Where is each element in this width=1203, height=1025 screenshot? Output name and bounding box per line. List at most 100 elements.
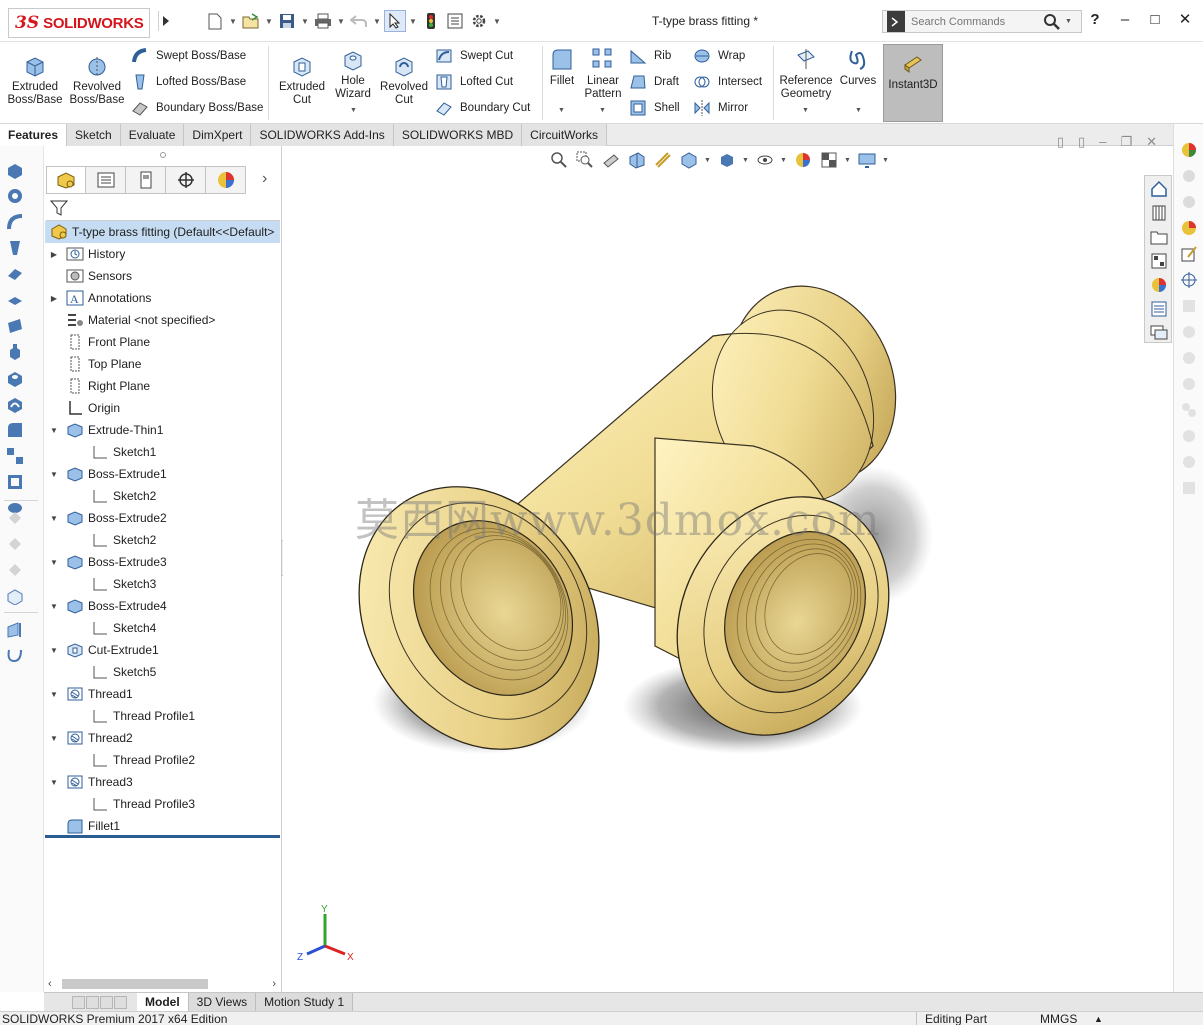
- shell-button[interactable]: Shell: [628, 97, 680, 119]
- tree-item-sketch1[interactable]: Sketch1: [90, 441, 156, 463]
- wrap-button[interactable]: Wrap: [692, 45, 745, 67]
- appearances-icon[interactable]: [1148, 274, 1170, 296]
- tab-solidworks-add-ins[interactable]: SOLIDWORKS Add-Ins: [251, 124, 394, 146]
- intersect-button[interactable]: Intersect: [692, 71, 762, 93]
- boundary-boss-icon[interactable]: [5, 264, 25, 284]
- reference-plane-icon[interactable]: [5, 620, 25, 640]
- revolved-cut-icon[interactable]: [5, 394, 25, 414]
- brass-t-fitting-model[interactable]: [283, 146, 1173, 992]
- tree-item-thread-profile3[interactable]: Thread Profile3: [90, 793, 195, 815]
- custom-properties-icon[interactable]: [1148, 298, 1170, 320]
- tree-item-thread3[interactable]: ▼ Thread3: [49, 771, 133, 793]
- feature-tree-tab[interactable]: [46, 166, 86, 194]
- collapse-arrow-icon[interactable]: ▼: [49, 426, 59, 435]
- sketch-edit-icon[interactable]: [1179, 244, 1199, 264]
- tree-item-boss-extrude3[interactable]: ▼ Boss-Extrude3: [49, 551, 167, 573]
- tree-item-thread2[interactable]: ▼ Thread2: [49, 727, 133, 749]
- tree-item-extrude-thin1[interactable]: ▼ Extrude-Thin1: [49, 419, 163, 441]
- tab-evaluate[interactable]: Evaluate: [120, 124, 185, 146]
- select-pointer-icon[interactable]: [384, 10, 406, 32]
- tree-item-sketch2[interactable]: Sketch2: [90, 485, 156, 507]
- search-dropdown-icon[interactable]: ▼: [1065, 18, 1072, 25]
- lofted-boss-button[interactable]: Lofted Boss/Base: [130, 71, 246, 93]
- bottom-tab-model[interactable]: Model: [137, 993, 189, 1011]
- dimxpert-manager-tab[interactable]: [166, 166, 206, 194]
- filter-icon[interactable]: [49, 199, 69, 217]
- collapse-arrow-icon[interactable]: ▼: [49, 646, 59, 655]
- linear-pattern-dropdown-icon[interactable]: ▼: [599, 107, 606, 114]
- fillet-dropdown-icon[interactable]: ▼: [558, 107, 565, 114]
- scroll-left-arrow-icon[interactable]: ‹: [48, 978, 52, 990]
- hole-wizard-button[interactable]: Hole Wizard: [330, 46, 376, 101]
- fillet-icon[interactable]: [5, 420, 25, 440]
- revolved-boss-button[interactable]: Revolved Boss/Base: [68, 52, 126, 107]
- print-icon[interactable]: [312, 10, 334, 32]
- search-input[interactable]: [911, 15, 1041, 28]
- unit-system-text[interactable]: MMGS: [1040, 1012, 1077, 1025]
- tree-item-sketch3[interactable]: Sketch3: [90, 573, 156, 595]
- bottom-tab-3d-views[interactable]: 3D Views: [188, 993, 257, 1011]
- tree-item-history[interactable]: ▶ History: [49, 243, 125, 265]
- tree-item-thread-profile1[interactable]: Thread Profile1: [90, 705, 195, 727]
- options-dropdown-icon[interactable]: ▼: [492, 17, 502, 26]
- scroll-right-arrow-icon[interactable]: ›: [272, 978, 276, 990]
- select-dropdown-icon[interactable]: ▼: [408, 17, 418, 26]
- open-dropdown-icon[interactable]: ▼: [264, 17, 274, 26]
- design-library-icon[interactable]: [1148, 202, 1170, 224]
- tree-item-fillet1[interactable]: Fillet1: [49, 815, 120, 837]
- swept-boss-button[interactable]: Swept Boss/Base: [130, 45, 246, 67]
- save-icon[interactable]: [276, 10, 298, 32]
- last-tab-arrow-icon[interactable]: [114, 995, 127, 1009]
- print-dropdown-icon[interactable]: ▼: [336, 17, 346, 26]
- boundary-cut-button[interactable]: Boundary Cut: [434, 97, 530, 119]
- save-dropdown-icon[interactable]: ▼: [300, 17, 310, 26]
- revolved-boss-icon[interactable]: [5, 186, 25, 206]
- expand-arrow-icon[interactable]: ▶: [49, 294, 59, 303]
- options-gear-icon[interactable]: [468, 10, 490, 32]
- tree-item-sketch4[interactable]: Sketch4: [90, 617, 156, 639]
- collapse-arrow-icon[interactable]: ▼: [49, 734, 59, 743]
- tree-item-sensors[interactable]: Sensors: [49, 265, 132, 287]
- tree-root-part[interactable]: T-type brass fitting (Default<<Default>: [45, 221, 280, 243]
- more-tabs-chevron-icon[interactable]: ›: [262, 170, 267, 188]
- tree-item-front-plane[interactable]: Front Plane: [49, 331, 150, 353]
- home-icon[interactable]: [1148, 178, 1170, 200]
- instant3d-button[interactable]: Instant3D: [883, 44, 943, 122]
- close-button[interactable]: ✕: [1175, 10, 1195, 28]
- hole-wizard-icon[interactable]: [5, 368, 25, 388]
- new-document-icon[interactable]: [204, 10, 226, 32]
- tree-item-origin[interactable]: Origin: [49, 397, 120, 419]
- tab-features[interactable]: Features: [0, 124, 68, 146]
- reference-geometry-dropdown-icon[interactable]: ▼: [802, 107, 809, 114]
- extruded-cut-button[interactable]: Extruded Cut: [274, 52, 330, 107]
- lofted-cut-button[interactable]: Lofted Cut: [434, 71, 513, 93]
- rollback-bar[interactable]: [45, 835, 280, 838]
- open-document-icon[interactable]: [240, 10, 262, 32]
- tree-item-boss-extrude1[interactable]: ▼ Boss-Extrude1: [49, 463, 167, 485]
- rebuild-traffic-light-icon[interactable]: [420, 10, 442, 32]
- panel-grip-handle[interactable]: [160, 152, 166, 158]
- boundary-boss-button[interactable]: Boundary Boss/Base: [130, 97, 263, 119]
- bottom-tab-motion-study-1[interactable]: Motion Study 1: [256, 993, 354, 1011]
- thicken-icon[interactable]: [5, 290, 25, 310]
- undo-icon[interactable]: [348, 10, 370, 32]
- draft-button[interactable]: Draft: [628, 71, 679, 93]
- shell-icon[interactable]: [5, 472, 25, 492]
- horizontal-scrollbar[interactable]: ‹ ›: [46, 976, 280, 992]
- property-manager-tab[interactable]: [86, 166, 126, 194]
- collapse-arrow-icon[interactable]: ▼: [49, 514, 59, 523]
- tab-circuitworks[interactable]: CircuitWorks: [522, 124, 607, 146]
- plane-surface-icon[interactable]: [5, 316, 25, 336]
- unit-system-dropdown-icon[interactable]: ▲: [1094, 1012, 1103, 1025]
- new-dropdown-icon[interactable]: ▼: [228, 17, 238, 26]
- rib-button[interactable]: Rib: [628, 45, 671, 67]
- collapse-arrow-icon[interactable]: ▼: [49, 778, 59, 787]
- tree-item-sketch5[interactable]: Sketch5: [90, 661, 156, 683]
- help-button[interactable]: ?: [1085, 11, 1105, 28]
- edit-appearance-icon[interactable]: [1179, 218, 1199, 238]
- tree-item-material-not-specified[interactable]: Material <not specified>: [49, 309, 215, 331]
- file-properties-icon[interactable]: [444, 10, 466, 32]
- scroll-thumb[interactable]: [62, 979, 208, 989]
- search-icon[interactable]: [1043, 13, 1061, 31]
- tree-item-top-plane[interactable]: Top Plane: [49, 353, 141, 375]
